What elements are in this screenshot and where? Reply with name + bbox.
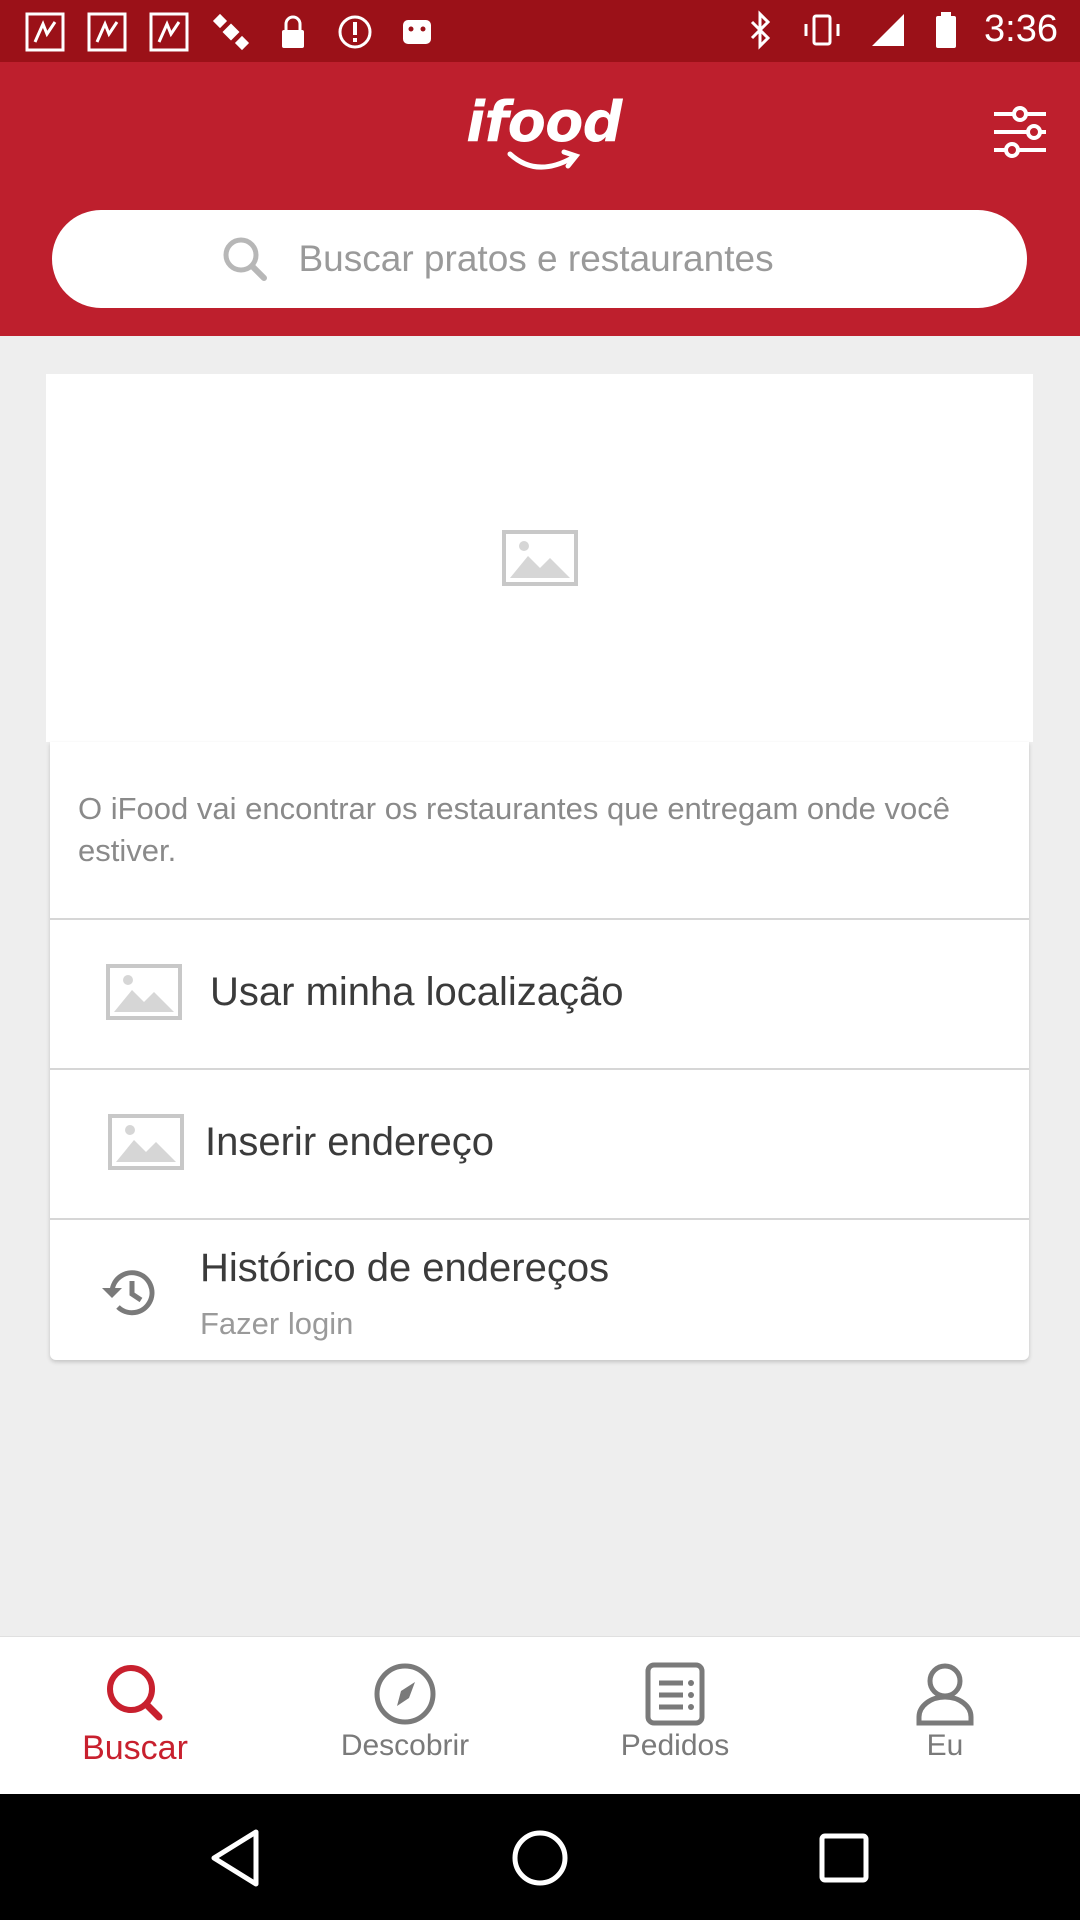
home-icon[interactable] — [508, 1826, 572, 1890]
bluetooth-icon — [750, 9, 771, 50]
vibrate-icon — [804, 14, 840, 45]
android-icon — [396, 12, 438, 52]
satellite-icon — [210, 12, 252, 52]
alert-icon — [334, 12, 376, 52]
address-history-option[interactable]: Histórico de endereços Fazer login — [50, 1220, 1029, 1360]
address-history-label: Histórico de endereços — [200, 1246, 610, 1290]
bottom-navigation: Buscar Descobrir Pedidos Eu — [0, 1636, 1080, 1794]
nav-pedidos[interactable]: Pedidos — [540, 1637, 810, 1795]
enter-address-label: Inserir endereço — [205, 1120, 495, 1164]
search-icon — [223, 237, 267, 281]
nav-eu[interactable]: Eu — [810, 1637, 1080, 1795]
compass-icon — [374, 1663, 436, 1725]
history-icon — [102, 1270, 155, 1316]
signal-icon — [872, 13, 905, 46]
notification-icon — [148, 12, 190, 52]
profile-icon — [916, 1663, 974, 1726]
image-placeholder-icon — [502, 530, 578, 586]
android-navigation-bar — [0, 1794, 1080, 1920]
location-intro-text: O iFood vai encontrar os restaurantes qu… — [78, 791, 950, 868]
nav-descobrir[interactable]: Descobrir — [270, 1637, 540, 1795]
notification-icon — [24, 12, 66, 52]
image-placeholder-icon — [108, 1114, 184, 1170]
recents-icon[interactable] — [812, 1826, 876, 1890]
filter-icon — [994, 106, 1046, 158]
filter-button[interactable] — [990, 102, 1050, 162]
login-link[interactable]: Fazer login — [200, 1306, 353, 1342]
use-my-location-label: Usar minha localização — [210, 970, 624, 1014]
banner-image-area — [46, 374, 1033, 742]
nav-buscar[interactable]: Buscar — [0, 1637, 270, 1795]
location-card: O iFood vai encontrar os restaurantes qu… — [50, 742, 1029, 1360]
nav-pedidos-label: Pedidos — [620, 1729, 730, 1762]
status-system: 3:36 — [746, 8, 1058, 51]
search-icon — [107, 1665, 163, 1721]
logo-text: ifood — [466, 90, 623, 155]
orders-icon — [645, 1662, 705, 1726]
image-placeholder-icon — [106, 964, 182, 1020]
clock: 3:36 — [984, 8, 1058, 50]
status-notifications — [24, 12, 438, 52]
status-bar: 3:36 — [0, 0, 1080, 62]
notification-icon — [86, 12, 128, 52]
back-icon[interactable] — [206, 1826, 270, 1890]
nav-descobrir-label: Descobrir — [340, 1729, 470, 1762]
search-bar[interactable] — [52, 210, 1027, 308]
search-input[interactable] — [298, 238, 859, 280]
use-my-location-option[interactable]: Usar minha localização — [50, 920, 1029, 1068]
enter-address-option[interactable]: Inserir endereço — [50, 1070, 1029, 1218]
nav-eu-label: Eu — [926, 1729, 964, 1762]
ifood-logo: ifood — [466, 90, 623, 200]
logo-swoosh-icon — [507, 149, 581, 170]
battery-icon — [936, 11, 957, 48]
app-header: ifood — [0, 62, 1080, 336]
nav-buscar-label: Buscar — [82, 1729, 188, 1767]
lock-icon — [272, 12, 314, 52]
